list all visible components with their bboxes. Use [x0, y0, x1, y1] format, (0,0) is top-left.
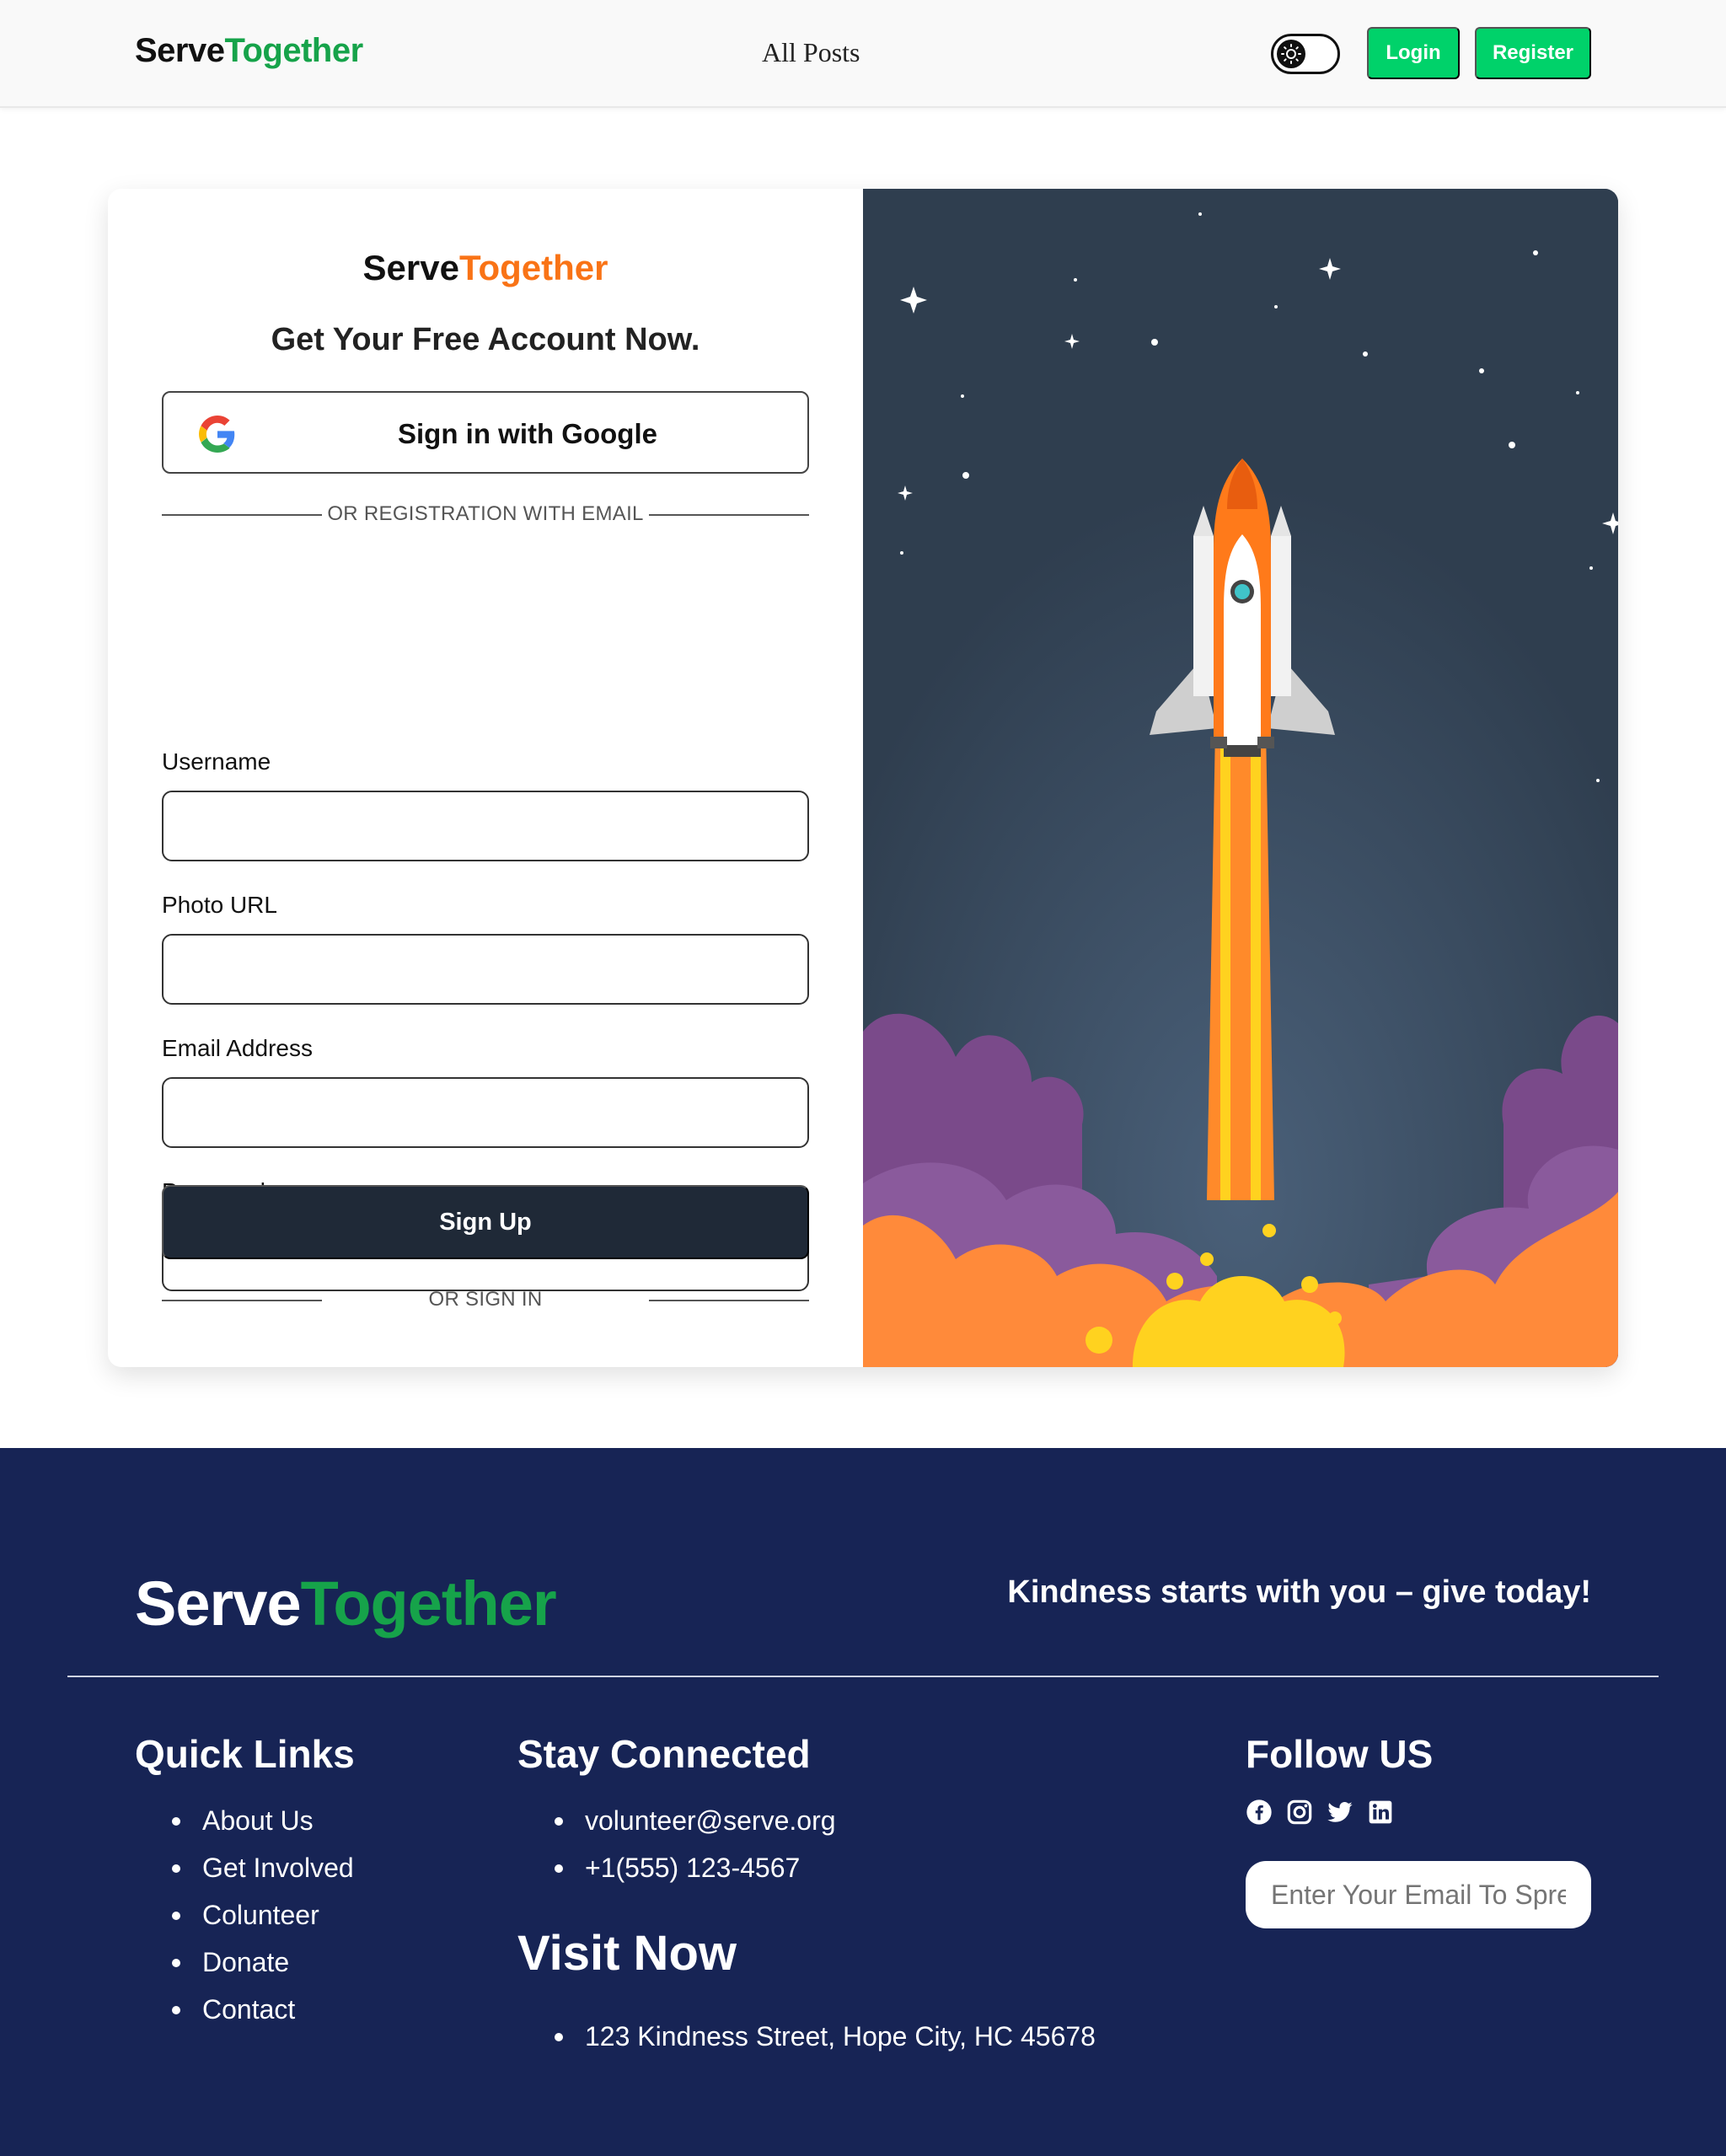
divider-registration-email: OR REGISTRATION WITH EMAIL: [162, 502, 809, 528]
twitter-icon[interactable]: [1327, 1799, 1353, 1826]
facebook-icon[interactable]: [1246, 1799, 1273, 1826]
login-button[interactable]: Login: [1367, 27, 1460, 79]
divider-line: [649, 514, 809, 516]
email-input[interactable]: [162, 1077, 809, 1148]
logo-text-together: Together: [458, 248, 608, 287]
navbar: ServeTogether All Posts Login Register: [0, 0, 1726, 108]
contact-email[interactable]: volunteer@serve.org: [551, 1797, 836, 1844]
site-logo[interactable]: ServeTogether: [135, 32, 363, 70]
logo-text-together: Together: [224, 32, 363, 69]
register-button[interactable]: Register: [1475, 27, 1591, 79]
follow-us-heading: Follow US: [1246, 1732, 1434, 1776]
stay-connected-heading: Stay Connected: [517, 1732, 811, 1776]
form-logo: ServeTogether: [108, 248, 863, 288]
photo-url-label: Photo URL: [162, 892, 277, 918]
footer-tagline: Kindness starts with you – give today!: [1007, 1574, 1591, 1610]
footer-divider: [67, 1676, 1659, 1677]
quick-link-donate[interactable]: Donate: [169, 1939, 354, 1986]
nav-link-all-posts[interactable]: All Posts: [762, 37, 860, 68]
quick-link-get-involved[interactable]: Get Involved: [169, 1844, 354, 1891]
google-signin-label: Sign in with Google: [398, 418, 657, 449]
form-heading: Get Your Free Account Now.: [271, 322, 700, 357]
quick-links-list: About Us Get Involved Colunteer Donate C…: [169, 1797, 354, 2033]
quick-link-about-us[interactable]: About Us: [169, 1797, 354, 1844]
divider-line: [649, 1300, 809, 1301]
logo-text-together: Together: [300, 1569, 557, 1638]
newsletter-email-input[interactable]: [1246, 1861, 1591, 1928]
address: 123 Kindness Street, Hope City, HC 45678: [551, 2013, 1096, 2060]
logo-text-serve: Serve: [362, 248, 459, 287]
logo-text-serve: Serve: [135, 32, 225, 69]
contact-phone[interactable]: +1(555) 123-4567: [551, 1844, 836, 1891]
footer-logo[interactable]: ServeTogether: [135, 1568, 557, 1639]
theme-toggle[interactable]: [1271, 34, 1340, 74]
social-icons: [1246, 1799, 1394, 1826]
google-icon: [199, 416, 235, 453]
registration-card: ServeTogether Get Your Free Account Now.…: [108, 189, 1618, 1367]
username-input[interactable]: [162, 791, 809, 861]
username-label: Username: [162, 748, 271, 775]
rocket-launch-image: [863, 189, 1618, 1367]
instagram-icon[interactable]: [1286, 1799, 1313, 1826]
stay-connected-list: volunteer@serve.org +1(555) 123-4567: [551, 1797, 836, 1891]
photo-url-input[interactable]: [162, 934, 809, 1005]
quick-link-contact[interactable]: Contact: [169, 1986, 354, 2033]
footer: ServeTogether Kindness starts with you –…: [0, 1448, 1726, 2156]
logo-text-serve: Serve: [135, 1569, 302, 1638]
visit-now-list: 123 Kindness Street, Hope City, HC 45678: [551, 2013, 1096, 2060]
google-signin-button[interactable]: Sign in with Google: [162, 391, 809, 474]
visit-now-heading: Visit Now: [517, 1926, 737, 1981]
sun-icon: [1277, 40, 1305, 68]
quick-links-heading: Quick Links: [135, 1732, 355, 1776]
linkedin-icon[interactable]: [1367, 1799, 1394, 1826]
signup-button[interactable]: Sign Up: [162, 1185, 809, 1259]
quick-link-volunteer[interactable]: Colunteer: [169, 1891, 354, 1939]
rocket-illustration: [863, 189, 1618, 1367]
divider-sign-in: OR SIGN IN: [162, 1288, 809, 1313]
email-label: Email Address: [162, 1035, 313, 1061]
